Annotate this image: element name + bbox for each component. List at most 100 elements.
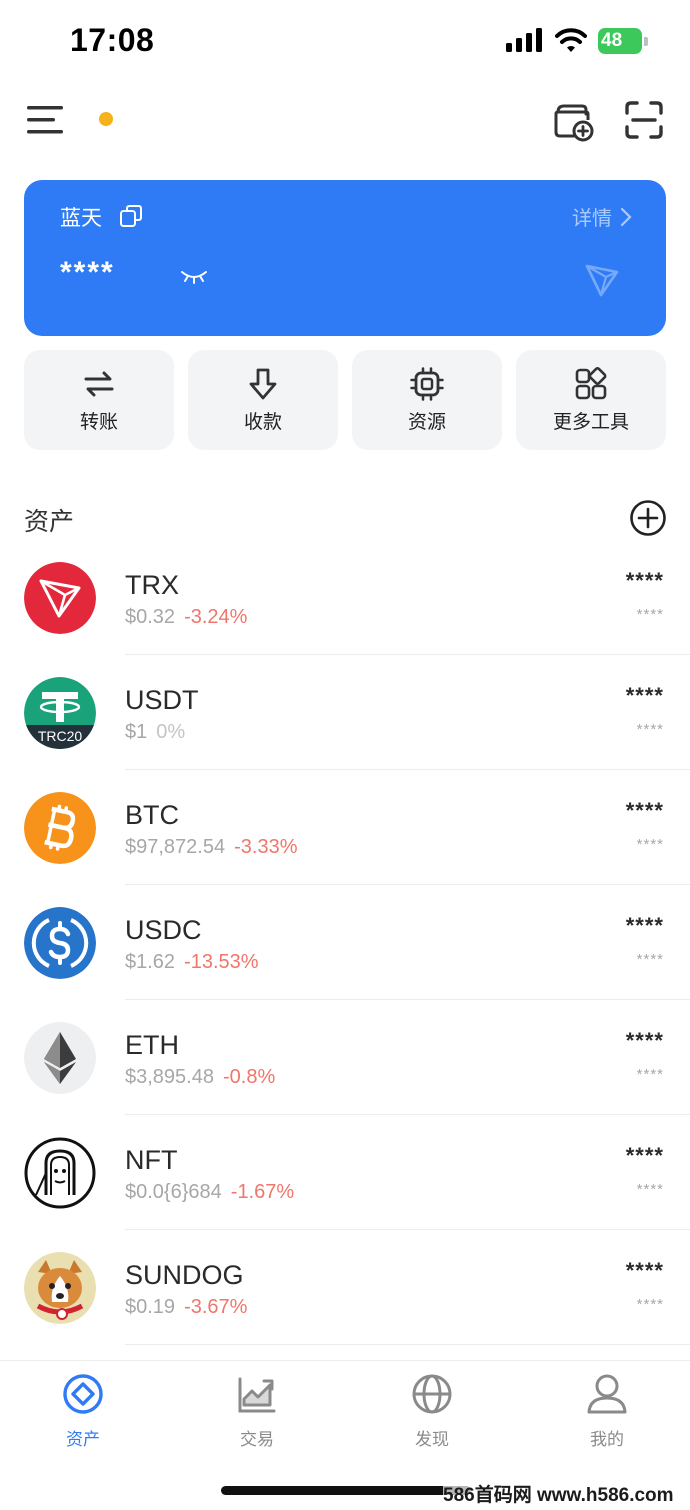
asset-value: **** [636,951,664,968]
wifi-icon [555,28,587,52]
resource-chip-icon [410,366,444,401]
asset-price: $1.62 [125,951,176,973]
trx-logo [24,562,96,634]
asset-change: -3.33% [234,836,298,858]
asset-row-trx[interactable]: TRX $0.32 -3.24% **** **** [0,540,690,655]
asset-symbol: NFT [125,1145,178,1175]
nav-tab-discover[interactable]: 发现 [372,1373,492,1450]
asset-price: $0.0{6}684 [125,1181,222,1203]
sundog-logo [24,1252,96,1324]
asset-change: -13.53% [184,951,259,973]
asset-symbol: SUNDOG [125,1260,244,1290]
asset-symbol: ETH [125,1030,179,1060]
eth-logo [24,1022,96,1094]
nav-label-assets: 资产 [66,1430,100,1449]
site-watermark: 586首码网 www.h586.com [443,1480,674,1507]
asset-value: **** [636,1066,664,1083]
asset-change: -0.8% [222,1066,276,1088]
asset-value: **** [636,606,664,623]
transfer-icon [84,371,114,396]
asset-row-nft[interactable]: NFT $0.0{6}684 -1.67% **** **** [0,1115,690,1230]
asset-amount: **** [625,798,664,823]
asset-value: **** [636,836,664,853]
asset-price: $1 [125,721,148,743]
chevron-right-icon [620,207,632,226]
asset-amount: **** [625,1143,664,1168]
asset-symbol: TRX [125,570,179,600]
nav-label-discover: 发现 [415,1430,449,1449]
asset-value: **** [636,721,664,738]
asset-price: $0.19 [125,1296,176,1318]
profile-icon [587,1374,627,1414]
asset-symbol: BTC [125,800,179,830]
nav-tab-profile[interactable]: 我的 [547,1373,667,1450]
asset-row-btc[interactable]: BTC $97,872.54 -3.33% **** **** [0,770,690,885]
asset-change: -1.67% [230,1181,295,1203]
wallet-balance: **** [60,256,115,289]
scan-icon[interactable] [624,100,664,140]
trc20-badge: TRC20 [38,728,83,744]
asset-row-eth[interactable]: ETH $3,895.48 -0.8% **** **** [0,1000,690,1115]
trade-chart-icon [238,1377,276,1413]
asset-amount: **** [625,683,664,708]
resource-button[interactable]: 资源 [352,350,502,450]
nav-tab-trade[interactable]: 交易 [197,1373,317,1450]
home-indicator [221,1486,471,1495]
asset-symbol: USDC [125,915,202,945]
asset-row-sundog[interactable]: SUNDOG $0.19 -3.67% **** **** [0,1230,690,1345]
asset-value: **** [636,1181,664,1198]
notification-dot [99,112,113,126]
asset-row-usdc[interactable]: USDC $1.62 -13.53% **** **** [0,885,690,1000]
asset-change: 0% [156,721,186,743]
asset-amount: **** [625,913,664,938]
nft-logo [24,1137,96,1209]
nav-label-trade: 交易 [240,1430,274,1449]
receive-label: 收款 [243,411,282,433]
menu-icon[interactable] [27,104,63,136]
add-asset-icon[interactable] [629,499,667,537]
asset-row-usdt[interactable]: TRC20 USDT $1 0% **** **** [0,655,690,770]
receive-button[interactable]: 收款 [188,350,338,450]
copy-icon[interactable] [119,204,143,228]
cellular-signal-icon [506,28,542,52]
assets-title: 资产 [24,508,75,536]
asset-change: -3.24% [184,606,248,628]
assets-icon [63,1374,103,1414]
battery-level: 48 [601,30,623,51]
wallet-detail-label: 详情 [572,208,612,230]
btc-logo [24,792,96,864]
wallet-detail-link[interactable]: 详情 [572,202,632,231]
asset-amount: **** [625,1028,664,1053]
battery-charging-icon: 48 [598,28,648,54]
wallet-name: 蓝天 [60,207,102,230]
asset-amount: **** [625,568,664,593]
globe-icon [412,1374,452,1414]
tron-network-icon [585,264,619,297]
asset-value: **** [636,1296,664,1313]
asset-price: $3,895.48 [125,1066,214,1088]
asset-change: -3.67% [184,1296,248,1318]
nav-label-profile: 我的 [590,1430,624,1449]
asset-price: $0.32 [125,606,176,628]
usdc-logo [24,907,96,979]
status-time: 17:08 [70,22,155,58]
transfer-label: 转账 [79,411,118,433]
nav-tab-assets[interactable]: 资产 [23,1373,143,1450]
asset-list: TRX $0.32 -3.24% **** **** TRC20 USDT $1… [0,540,690,1345]
asset-amount: **** [625,1258,664,1283]
usdt-logo: TRC20 [24,677,96,749]
divider [125,1344,690,1345]
eye-closed-icon[interactable] [180,268,208,286]
add-wallet-icon[interactable] [552,100,594,142]
wallet-card[interactable]: 蓝天 详情 **** [24,180,666,336]
more-tools-icon [575,366,607,399]
top-bar [0,90,690,150]
asset-price: $97,872.54 [125,836,226,858]
more-tools-button[interactable]: 更多工具 [516,350,666,450]
more-tools-label: 更多工具 [552,411,629,433]
asset-symbol: USDT [125,685,199,715]
status-bar: 17:08 48 [0,0,690,84]
receive-icon [249,368,277,399]
transfer-button[interactable]: 转账 [24,350,174,450]
resource-label: 资源 [407,411,446,433]
